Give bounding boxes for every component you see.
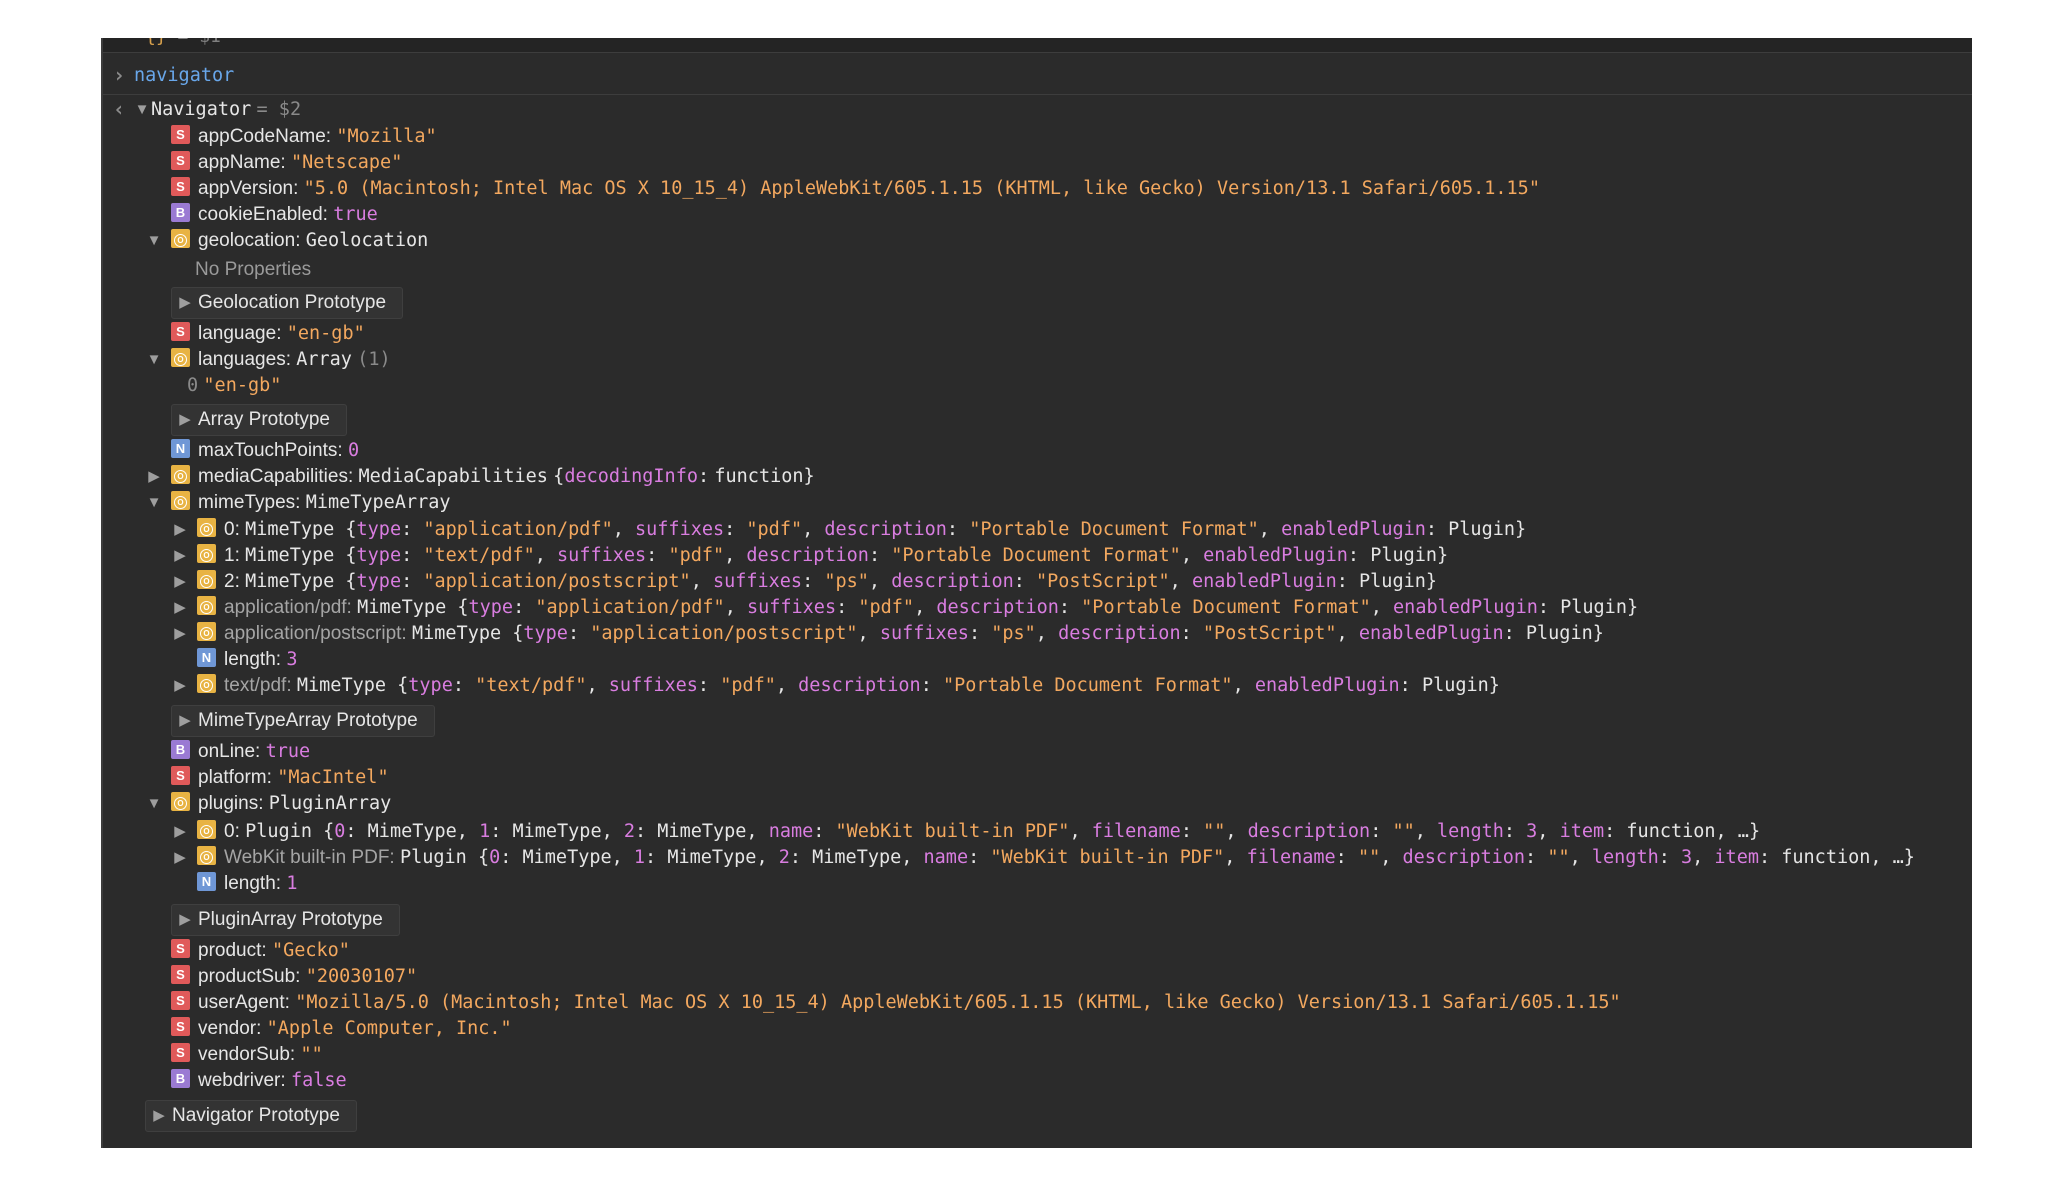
prop-vendorSub[interactable]: SvendorSub: "" <box>171 1042 323 1068</box>
plugins-length[interactable]: Nlength: 1 <box>197 871 297 897</box>
disclosure-expanded-icon[interactable]: ▼ <box>133 97 151 123</box>
command-text: navigator <box>134 65 235 86</box>
disclosure-collapsed-icon[interactable]: ▶ <box>145 464 163 490</box>
array-prototype[interactable]: ▶ Array Prototype <box>171 404 347 436</box>
string-badge-icon: S <box>171 965 190 985</box>
geolocation-prototype[interactable]: ▶ Geolocation Prototype <box>171 287 404 319</box>
console-panel: {} = $1 › navigator ‹ ▼Navigator = $2 Sa… <box>101 38 1972 1148</box>
object-badge-icon: O <box>197 596 216 616</box>
object-badge-icon: O <box>197 544 216 564</box>
prop-platform[interactable]: Splatform: "MacIntel" <box>171 765 389 791</box>
disclosure-collapsed-icon[interactable]: ▶ <box>172 405 198 435</box>
string-badge-icon: S <box>171 939 190 959</box>
prop-userAgent[interactable]: SuserAgent: "Mozilla/5.0 (Macintosh; Int… <box>171 990 1621 1016</box>
plugin-row-0[interactable]: ▶ O 0: Plugin {0: MimeType, 1: MimeType, 2… <box>171 819 1760 845</box>
object-badge-icon: O <box>197 518 216 538</box>
disclosure-collapsed-icon[interactable]: ▶ <box>171 595 189 621</box>
number-badge-icon: N <box>197 648 216 668</box>
languages-item-0[interactable]: 0 "en-gb" <box>187 373 281 399</box>
string-badge-icon: S <box>171 1017 190 1037</box>
prop-productSub[interactable]: SproductSub: "20030107" <box>171 964 417 990</box>
string-badge-icon: S <box>171 991 190 1011</box>
disclosure-collapsed-icon[interactable]: ▶ <box>146 1101 172 1131</box>
boolean-badge-icon: B <box>171 1069 190 1089</box>
pluginarray-prototype[interactable]: ▶ PluginArray Prototype <box>171 904 400 936</box>
disclosure-collapsed-icon[interactable]: ▶ <box>172 905 198 935</box>
prop-vendor[interactable]: Svendor: "Apple Computer, Inc." <box>171 1016 512 1042</box>
navigator-prototype[interactable]: ▶ Navigator Prototype <box>145 1100 357 1132</box>
disclosure-expanded-icon[interactable]: ▼ <box>145 490 163 516</box>
string-badge-icon: S <box>171 766 190 786</box>
object-badge-icon: O <box>197 570 216 590</box>
disclosure-collapsed-icon[interactable]: ▶ <box>171 845 189 871</box>
disclosure-expanded-icon[interactable]: ▼ <box>145 347 163 373</box>
mimetype-row-application-pdf[interactable]: ▶ Oapplication/pdf: MimeType {type: "appl… <box>171 595 1638 621</box>
mimetype-row-application-postscript[interactable]: ▶ Oapplication/postscript: MimeType {type… <box>171 621 1604 647</box>
prop-product[interactable]: Sproduct: "Gecko" <box>171 938 350 964</box>
object-badge-icon: O <box>171 348 190 368</box>
disclosure-collapsed-icon[interactable]: ▶ <box>171 569 189 595</box>
mimetypes-length[interactable]: Nlength: 3 <box>197 647 297 673</box>
prop-appCodeName[interactable]: SappCodeName: "Mozilla" <box>171 124 437 150</box>
mimetype-row-2[interactable]: ▶ O 2: MimeType {type: "application/postsc… <box>171 569 1437 595</box>
object-badge-icon: O <box>197 674 216 694</box>
separator <box>103 52 1972 53</box>
boolean-badge-icon: B <box>171 740 190 760</box>
number-badge-icon: N <box>171 439 190 459</box>
prop-geolocation[interactable]: ▼ Ogeolocation: Geolocation <box>145 228 428 254</box>
disclosure-collapsed-icon[interactable]: ▶ <box>171 517 189 543</box>
prop-appVersion[interactable]: SappVersion: "5.0 (Macintosh; Intel Mac … <box>171 176 1540 202</box>
prop-languages[interactable]: ▼ Olanguages: Array (1) <box>145 347 391 373</box>
prop-language[interactable]: Slanguage: "en-gb" <box>171 321 365 347</box>
string-badge-icon: S <box>171 151 190 171</box>
prop-plugins[interactable]: ▼ Oplugins: PluginArray <box>145 791 391 817</box>
mimetype-row-0[interactable]: ▶ O 0: MimeType {type: "application/pdf", … <box>171 517 1526 543</box>
object-badge-icon: O <box>171 229 190 249</box>
string-badge-icon: S <box>171 125 190 145</box>
prop-maxTouchPoints[interactable]: NmaxTouchPoints: 0 <box>171 438 359 464</box>
prop-webdriver[interactable]: Bwebdriver: false <box>171 1068 347 1094</box>
prompt-chevron-icon: › <box>113 63 126 87</box>
string-badge-icon: S <box>171 177 190 197</box>
disclosure-collapsed-icon[interactable]: ▶ <box>171 543 189 569</box>
mimetype-row-1[interactable]: ▶ O 1: MimeType {type: "text/pdf", suffixe… <box>171 543 1448 569</box>
mimetypearray-prototype[interactable]: ▶ MimeTypeArray Prototype <box>171 705 435 737</box>
plugin-row-webkit[interactable]: ▶ O WebKit built-in PDF: Plugin {0: MimeTy… <box>171 845 1915 871</box>
no-properties-label: No Properties <box>195 259 312 280</box>
prop-mimeTypes[interactable]: ▼ OmimeTypes: MimeTypeArray <box>145 490 451 516</box>
prop-mediaCapabilities[interactable]: ▶ OmediaCapabilities: MediaCapabilities {… <box>145 464 815 490</box>
number-badge-icon: N <box>197 872 216 892</box>
object-badge-icon: O <box>171 792 190 812</box>
previous-result: {} = $1 <box>103 38 1972 52</box>
disclosure-collapsed-icon[interactable]: ▶ <box>172 706 198 736</box>
object-badge-icon: O <box>171 491 190 511</box>
disclosure-collapsed-icon[interactable]: ▶ <box>172 288 198 318</box>
object-badge-icon: O <box>197 622 216 642</box>
disclosure-expanded-icon[interactable]: ▼ <box>145 791 163 817</box>
object-badge-icon: O <box>197 846 216 866</box>
disclosure-collapsed-icon[interactable]: ▶ <box>171 621 189 647</box>
separator <box>103 94 1972 95</box>
string-badge-icon: S <box>171 322 190 342</box>
disclosure-expanded-icon[interactable]: ▼ <box>145 228 163 254</box>
prop-appName[interactable]: SappName: "Netscape" <box>171 150 402 176</box>
object-badge-icon: O <box>171 465 190 485</box>
string-badge-icon: S <box>171 1043 190 1063</box>
prop-cookieEnabled[interactable]: BcookieEnabled: true <box>171 202 378 228</box>
object-badge-icon: O <box>197 820 216 840</box>
result-arrow-icon: ‹ <box>113 97 126 121</box>
boolean-badge-icon: B <box>171 203 190 223</box>
prop-onLine[interactable]: BonLine: true <box>171 739 310 765</box>
disclosure-collapsed-icon[interactable]: ▶ <box>171 673 189 699</box>
mimetype-row-text-pdf[interactable]: ▶ Otext/pdf: MimeType {type: "text/pdf", … <box>171 673 1500 699</box>
disclosure-collapsed-icon[interactable]: ▶ <box>171 819 189 845</box>
